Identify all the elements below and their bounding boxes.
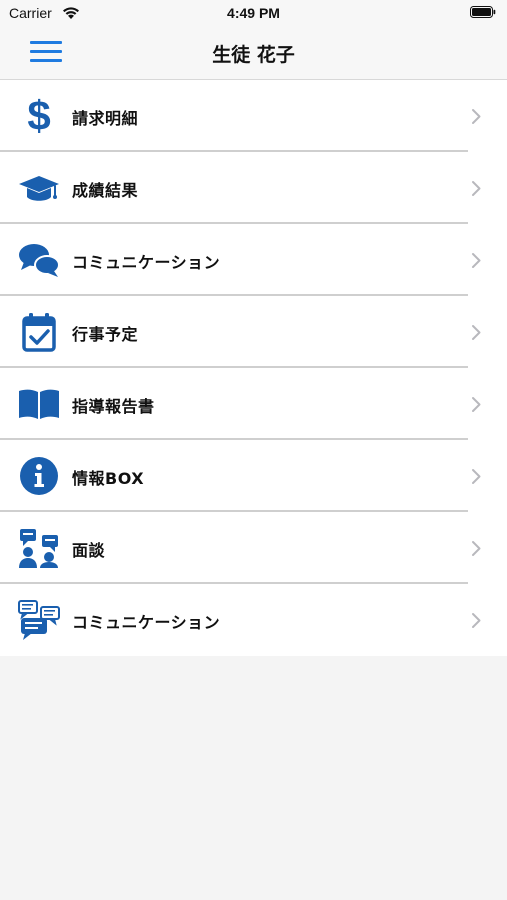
navigation-bar: 生徒 花子 — [0, 26, 507, 80]
clock: 4:49 PM — [227, 5, 280, 21]
chevron-right-icon — [472, 541, 481, 556]
menu-item-label: 情報BOX — [72, 469, 145, 488]
open-book-icon — [17, 382, 61, 426]
page-title: 生徒 花子 — [212, 44, 295, 66]
chevron-right-icon — [472, 397, 481, 412]
chevron-right-icon — [472, 253, 481, 268]
menu-item-reports[interactable]: 指導報告書 — [0, 368, 507, 440]
menu-item-label: 面談 — [72, 541, 106, 560]
chevron-right-icon — [472, 181, 481, 196]
chevron-right-icon — [472, 109, 481, 124]
dollar-icon: $ — [17, 94, 61, 138]
chat-bubbles-icon — [17, 238, 61, 282]
menu-item-label: 行事予定 — [72, 325, 139, 344]
chevron-right-icon — [472, 325, 481, 340]
calendar-check-icon — [17, 310, 61, 354]
menu-item-grades[interactable]: 成績結果 — [0, 152, 507, 224]
menu-item-interview[interactable]: 面談 — [0, 512, 507, 584]
graduation-cap-icon — [17, 166, 61, 210]
menu-item-billing[interactable]: $ 請求明細 — [0, 80, 507, 152]
menu-item-label: 請求明細 — [72, 109, 139, 128]
menu-item-label: コミュニケーション — [72, 253, 221, 272]
battery-icon — [470, 6, 496, 18]
menu-item-label: 成績結果 — [72, 181, 139, 200]
menu-item-events[interactable]: 行事予定 — [0, 296, 507, 368]
chevron-right-icon — [472, 469, 481, 484]
menu-item-label: 指導報告書 — [72, 397, 155, 416]
status-bar: Carrier 4:49 PM — [0, 0, 507, 26]
info-icon — [17, 454, 61, 498]
meeting-icon — [17, 526, 61, 570]
menu-item-messages[interactable]: コミュニケーション — [0, 584, 507, 656]
message-bubbles-icon — [17, 598, 61, 642]
menu-item-label: コミュニケーション — [72, 613, 221, 632]
menu-list: $ 請求明細 成績結果 コミュニケーション 行事予定 指導報告書 情報BOX 面… — [0, 80, 507, 656]
chevron-right-icon — [472, 613, 481, 628]
menu-item-info-box[interactable]: 情報BOX — [0, 440, 507, 512]
svg-text:$: $ — [27, 94, 50, 138]
menu-item-communication[interactable]: コミュニケーション — [0, 224, 507, 296]
empty-background-area — [0, 664, 507, 900]
